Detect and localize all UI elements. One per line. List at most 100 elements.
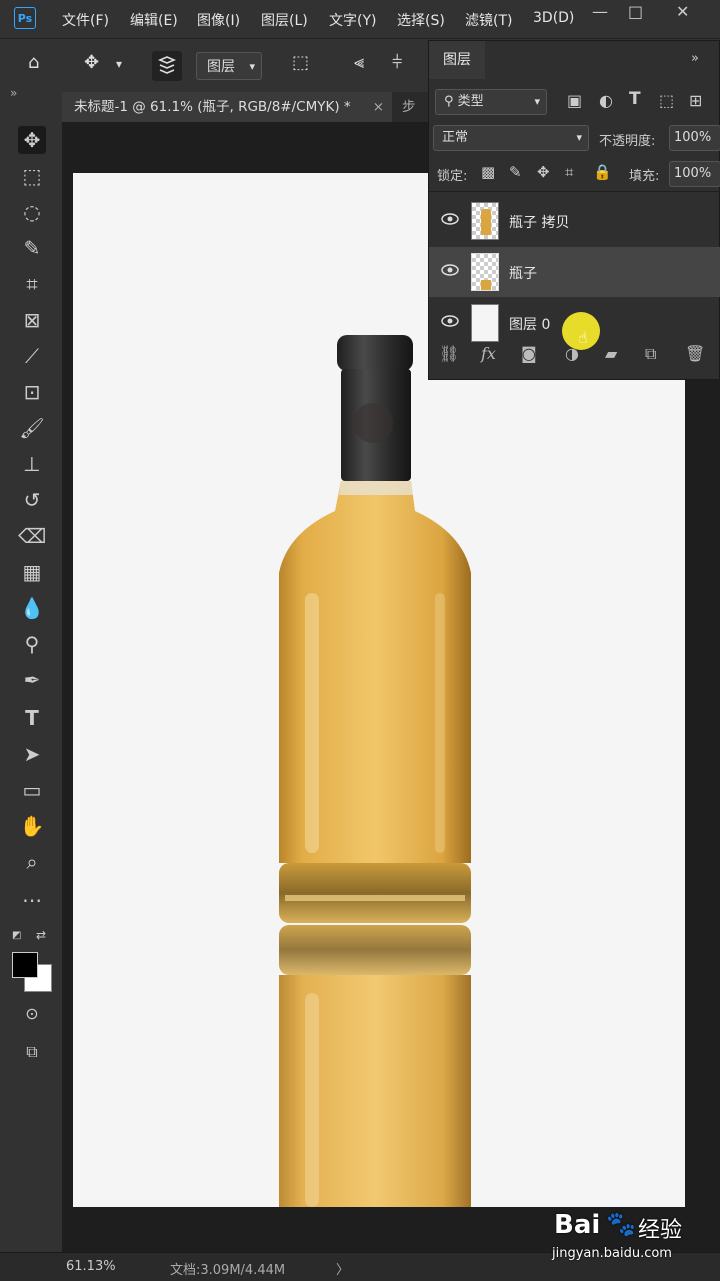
lock-transparent-icon[interactable]: ▩: [481, 163, 495, 181]
eraser-tool-icon[interactable]: ⌫: [18, 522, 46, 550]
menu-select[interactable]: 选择(S): [397, 10, 445, 30]
restore-button[interactable]: □: [628, 2, 643, 21]
close-tab-icon[interactable]: ×: [373, 92, 384, 122]
zoom-tool-icon[interactable]: ⌕: [18, 848, 46, 876]
baidu-jingyan-watermark: Bai 🐾 经验 jingyan.baidu.com: [552, 1206, 712, 1266]
filter-pixel-icon[interactable]: ▣: [567, 91, 582, 110]
divider: [429, 191, 720, 192]
menu-edit[interactable]: 编辑(E): [130, 10, 178, 30]
brush-tool-icon[interactable]: 🖌: [18, 414, 46, 442]
delete-layer-icon[interactable]: 🗑: [685, 344, 705, 363]
blend-mode-dropdown[interactable]: 正常 ▾: [433, 125, 589, 151]
clone-stamp-tool-icon[interactable]: ⊥: [18, 450, 46, 478]
lasso-tool-icon[interactable]: ◌: [18, 198, 46, 226]
watermark-url: jingyan.baidu.com: [552, 1246, 672, 1261]
eye-icon[interactable]: [441, 264, 459, 276]
toolbar-collapse-button[interactable]: »: [10, 86, 17, 100]
layer-effects-button[interactable]: fx: [481, 344, 496, 363]
minimize-button[interactable]: —: [592, 2, 608, 21]
layer-thumbnail: [471, 202, 499, 240]
link-layers-icon[interactable]: ⛓: [439, 344, 459, 363]
status-menu-arrow[interactable]: 〉: [336, 1259, 349, 1278]
filter-smart-object-icon[interactable]: ⊞: [689, 91, 702, 110]
quick-selection-tool-icon[interactable]: ✎: [18, 234, 46, 262]
history-brush-tool-icon[interactable]: ↺: [18, 486, 46, 514]
fill-label: 填充:: [629, 169, 660, 184]
menu-file[interactable]: 文件(F): [62, 10, 109, 30]
frame-tool-icon[interactable]: ⊠: [18, 306, 46, 334]
filter-type-icon[interactable]: T: [629, 89, 641, 109]
watermark-brand-suffix: 经验: [638, 1218, 683, 1243]
foreground-color-swatch[interactable]: [12, 952, 38, 978]
transform-controls-icon[interactable]: ⬚: [292, 52, 309, 73]
marquee-tool-icon[interactable]: ⬚: [18, 162, 46, 190]
new-layer-icon[interactable]: ⧉: [645, 344, 656, 364]
new-group-icon[interactable]: ▰: [605, 344, 617, 363]
home-icon[interactable]: ⌂: [28, 52, 39, 73]
pen-tool-icon[interactable]: ✒: [18, 666, 46, 694]
lock-position-icon[interactable]: ✥: [537, 163, 550, 181]
menu-type[interactable]: 文字(Y): [329, 10, 376, 30]
layer-name[interactable]: 图层 0: [509, 314, 550, 334]
default-colors-icon[interactable]: ◩: [12, 930, 21, 941]
menu-filter[interactable]: 滤镜(T): [465, 10, 512, 30]
watermark-brand: Bai: [554, 1210, 601, 1240]
document-info: 文档:3.09M/4.44M: [170, 1263, 286, 1278]
paw-icon: 🐾: [606, 1210, 636, 1238]
layer-thumbnail: [471, 304, 499, 342]
layer-row[interactable]: 瓶子 拷贝: [429, 196, 720, 246]
layer-name[interactable]: 瓶子 拷贝: [509, 212, 569, 232]
fill-input[interactable]: 100%: [669, 161, 720, 187]
blur-tool-icon[interactable]: 💧: [18, 594, 46, 622]
lock-artboard-icon[interactable]: ⌗: [565, 163, 573, 181]
layer-row-selected[interactable]: 瓶子: [429, 247, 720, 297]
zoom-level[interactable]: 61.13%: [66, 1259, 116, 1274]
move-tool-icon[interactable]: ✥: [84, 52, 99, 73]
crop-tool-icon[interactable]: ⌗: [18, 270, 46, 298]
opacity-input[interactable]: 100%: [669, 125, 720, 151]
menu-layer[interactable]: 图层(L): [261, 10, 308, 30]
filter-adjustment-icon[interactable]: ◐: [599, 91, 613, 110]
tools-panel: » ✥ ⬚ ◌ ✎ ⌗ ⊠ ⟋ ⊡ 🖌 ⊥ ↺ ⌫ ▦ 💧 ⚲ ✒ T ➤ ▭ …: [0, 86, 62, 1252]
hand-tool-icon[interactable]: ✋: [18, 812, 46, 840]
eye-icon[interactable]: [441, 315, 459, 327]
menu-bar: Ps 文件(F) 编辑(E) 图像(I) 图层(L) 文字(Y) 选择(S) 滤…: [0, 0, 720, 38]
type-tool-icon[interactable]: T: [18, 704, 46, 732]
align-center-icon[interactable]: ⫩: [392, 52, 402, 73]
lock-image-icon[interactable]: ✎: [509, 163, 522, 181]
document-tab-active[interactable]: 未标题-1 @ 61.1% (瓶子, RGB/8#/CMYK) * ×: [62, 92, 392, 122]
rectangle-tool-icon[interactable]: ▭: [18, 776, 46, 804]
menu-image[interactable]: 图像(I): [197, 10, 240, 30]
chevron-down-icon: ▾: [576, 131, 582, 144]
filter-shape-icon[interactable]: ⬚: [659, 91, 674, 110]
swap-colors-icon[interactable]: ⇄: [36, 928, 46, 942]
healing-brush-tool-icon[interactable]: ⊡: [18, 378, 46, 406]
more-tools-icon[interactable]: ⋯: [18, 886, 46, 914]
chevron-down-icon[interactable]: ▾: [116, 57, 122, 71]
document-tab-2[interactable]: 步: [402, 92, 416, 122]
panel-collapse-button[interactable]: »: [691, 51, 699, 66]
path-selection-tool-icon[interactable]: ➤: [18, 740, 46, 768]
menu-3d[interactable]: 3D(D): [533, 10, 574, 26]
move-tool-icon[interactable]: ✥: [18, 126, 46, 154]
photoshop-logo: Ps: [14, 7, 36, 29]
align-left-icon[interactable]: ⫷: [354, 52, 364, 73]
quick-mask-icon[interactable]: ⊙: [18, 1000, 46, 1028]
layers-panel-tab[interactable]: 图层: [429, 41, 485, 79]
gradient-tool-icon[interactable]: ▦: [18, 558, 46, 586]
layer-filter-dropdown[interactable]: ⚲ 类型 ▾: [435, 89, 547, 115]
lock-all-icon[interactable]: 🔒: [593, 163, 612, 181]
dodge-tool-icon[interactable]: ⚲: [18, 630, 46, 658]
document-tab-bar: 未标题-1 @ 61.1% (瓶子, RGB/8#/CMYK) * × 步: [62, 92, 430, 122]
screen-mode-icon[interactable]: ⧉: [18, 1038, 46, 1066]
layer-name[interactable]: 瓶子: [509, 263, 537, 283]
eyedropper-tool-icon[interactable]: ⟋: [18, 342, 46, 370]
opacity-label: 不透明度:: [599, 134, 656, 149]
lock-label: 锁定:: [437, 169, 468, 184]
close-window-button[interactable]: ✕: [676, 2, 689, 21]
search-icon: ⚲: [444, 94, 454, 109]
add-mask-icon[interactable]: ◙: [521, 344, 537, 363]
auto-select-dropdown[interactable]: 图层 ▾: [196, 52, 262, 80]
eye-icon[interactable]: [441, 213, 459, 225]
auto-select-icon[interactable]: [152, 51, 182, 81]
